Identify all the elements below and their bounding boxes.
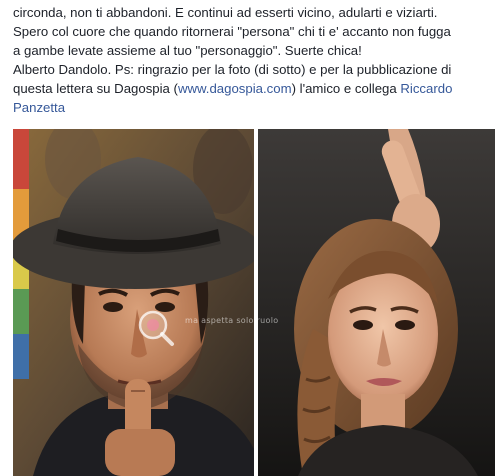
post-text-line: circonda, non ti abbandoni. E continui a… — [13, 5, 438, 20]
photo-woman[interactable] — [258, 129, 495, 476]
post-text-line: Spero col cuore che quando ritornerai "p… — [13, 24, 451, 39]
post-text-line: Alberto Dandolo. Ps: ringrazio per la fo… — [13, 62, 452, 77]
post-text-segment: ) l'amico e collega — [291, 81, 401, 96]
post-text-line: questa lettera su Dagospia (www.dagospia… — [13, 79, 495, 98]
post-text-line: Panzetta — [13, 98, 495, 117]
photo-woman-image — [258, 129, 495, 476]
post-text-line: a gambe levate assieme al tuo "personagg… — [13, 43, 362, 58]
post-photos: ma aspetta solo ruolo — [13, 129, 495, 476]
post-text-segment: questa lettera su Dagospia ( — [13, 81, 178, 96]
photo-man-with-hat[interactable] — [13, 129, 254, 476]
facebook-post: circonda, non ti abbandoni. E continui a… — [0, 0, 501, 476]
riccardo-panzetta-link[interactable]: Riccardo — [400, 81, 452, 96]
post-text: circonda, non ti abbandoni. E continui a… — [13, 3, 495, 117]
photo-man-with-hat-image — [13, 129, 254, 476]
riccardo-panzetta-link-continued[interactable]: Panzetta — [13, 100, 65, 115]
dagospia-link[interactable]: www.dagospia.com — [178, 81, 292, 96]
